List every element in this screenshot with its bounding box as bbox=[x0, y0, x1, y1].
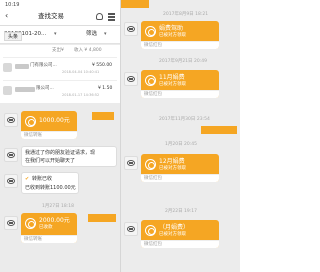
received-bubble: ✔ 转账已收 已收到转账1100.00元 bbox=[21, 172, 79, 194]
merchant-icon bbox=[3, 63, 12, 72]
packet-status: 已被对方领取 bbox=[159, 232, 186, 237]
headset-icon[interactable] bbox=[96, 13, 103, 20]
avatar[interactable] bbox=[124, 22, 138, 36]
transfer-icon bbox=[25, 218, 36, 229]
message-line: 我通过了你的朋友验证请求，现 bbox=[25, 150, 96, 156]
avatar[interactable] bbox=[4, 148, 18, 162]
card-footer: 微信红包 bbox=[144, 241, 162, 247]
filter-icon[interactable]: ▾ bbox=[104, 32, 107, 37]
chat-timestamp: 2月22日 19:17 bbox=[165, 209, 197, 214]
check-icon: ✔ bbox=[25, 176, 30, 182]
more-icon[interactable] bbox=[108, 16, 115, 18]
transfer-card[interactable]: 2000.00元 已收款 微信转账 bbox=[21, 213, 77, 243]
packet-title: 11月娟费 bbox=[159, 74, 185, 81]
avatar[interactable] bbox=[4, 113, 18, 127]
row-name: 门有限公司... bbox=[30, 63, 57, 68]
avatar[interactable] bbox=[124, 72, 138, 86]
packet-status: 已被对方领取 bbox=[159, 82, 186, 87]
red-packet-card[interactable]: 娟费驾助 已被对方领取 微信红包 bbox=[141, 21, 219, 49]
packet-title: （月娟费） bbox=[159, 224, 190, 231]
transaction-panel: 10:19 ‹ 查找交易 20180101-20... ▾ 筛选 ▾ 头条 支出… bbox=[0, 0, 120, 272]
table-row[interactable]: 限公司... ¥ 1.50 2018-01-17 14:36:52 bbox=[0, 82, 120, 102]
card-footer: 微信红包 bbox=[144, 42, 162, 48]
search-chip[interactable]: 头条 bbox=[4, 32, 22, 41]
transaction-list: 支出¥ 收入 ¥ 4,800 门有限公司... ¥ 550.00 2018-04… bbox=[0, 45, 120, 103]
row-amount: ¥ 550.00 bbox=[92, 63, 113, 68]
packet-status: 已被对方领取 bbox=[159, 166, 186, 171]
status-time: 10:19 bbox=[5, 2, 20, 8]
chat-panel: 2017年8月9日 18:21 娟费驾助 已被对方领取 微信红包 2017年9月… bbox=[121, 0, 240, 272]
received-body: 已收到转账1100.00元 bbox=[25, 185, 76, 191]
transfer-status: 已收款 bbox=[39, 225, 53, 230]
avatar bbox=[88, 214, 116, 222]
divider bbox=[3, 80, 117, 81]
red-packet-icon bbox=[145, 75, 156, 86]
transfer-icon bbox=[25, 116, 36, 127]
divider bbox=[3, 57, 117, 58]
top-bar: 10:19 ‹ 查找交易 bbox=[0, 0, 120, 26]
message-line: 在我们可以开始聊天了 bbox=[25, 158, 76, 164]
received-title: 转账已收 bbox=[32, 176, 53, 182]
avatar[interactable] bbox=[124, 156, 138, 170]
row-date: 2018-01-17 14:36:52 bbox=[62, 93, 100, 97]
chat-timestamp: 2017年8月9日 18:21 bbox=[163, 12, 209, 17]
message-bubble: 我通过了你的朋友验证请求，现 在我们可以开始聊天了 bbox=[21, 146, 117, 167]
transfer-amount: 2000.00元 bbox=[39, 217, 70, 224]
red-packet-icon bbox=[145, 225, 156, 236]
summary-in: 收入 ¥ 4,800 bbox=[74, 48, 102, 53]
back-icon[interactable]: ‹ bbox=[5, 12, 8, 20]
packet-title: 娟费驾助 bbox=[159, 25, 184, 32]
row-name: 限公司... bbox=[36, 86, 54, 91]
packet-title: 12月娟费 bbox=[159, 158, 185, 165]
avatar[interactable] bbox=[4, 216, 18, 230]
redacted-name bbox=[15, 87, 35, 92]
card-footer: 微信红包 bbox=[144, 175, 162, 181]
red-packet-card[interactable]: 12月娟费 已被对方领取 微信红包 bbox=[141, 154, 219, 182]
transfer-card[interactable]: 1000.00元 微信转账 bbox=[21, 111, 77, 139]
avatar[interactable] bbox=[124, 222, 138, 236]
avatar bbox=[121, 0, 149, 8]
row-amount: ¥ 1.50 bbox=[98, 86, 113, 91]
chat-timestamp: 1月20日 20:45 bbox=[165, 142, 197, 147]
avatar bbox=[92, 112, 114, 120]
packet-status: 已被对方领取 bbox=[159, 33, 186, 38]
chat-timestamp: 1月27日 18:18 bbox=[42, 204, 74, 209]
summary-out: 支出¥ bbox=[52, 48, 64, 53]
avatar bbox=[201, 126, 237, 134]
red-packet-card[interactable]: 11月娟费 已被对方领取 微信红包 bbox=[141, 70, 219, 98]
merchant-icon bbox=[3, 86, 12, 95]
card-footer: 微信转账 bbox=[24, 236, 42, 242]
avatar[interactable] bbox=[4, 174, 18, 188]
chat-timestamp: 2017年11月30日 23:54 bbox=[159, 117, 210, 122]
filter-button[interactable]: 筛选 bbox=[86, 31, 97, 38]
transfer-amount: 1000.00元 bbox=[39, 117, 70, 124]
row-date: 2018-04-04 10:40:41 bbox=[62, 70, 100, 74]
red-packet-icon bbox=[145, 26, 156, 37]
chevron-down-icon[interactable]: ▾ bbox=[54, 32, 57, 37]
card-footer: 微信转账 bbox=[24, 132, 42, 138]
table-row[interactable]: 门有限公司... ¥ 550.00 2018-04-04 10:40:41 bbox=[0, 59, 120, 79]
red-packet-card[interactable]: （月娟费） 已被对方领取 微信红包 bbox=[141, 220, 219, 248]
card-footer: 微信红包 bbox=[144, 91, 162, 97]
page-title: 查找交易 bbox=[38, 12, 64, 20]
chat-timestamp: 2017年9月21日 20:49 bbox=[159, 59, 207, 64]
red-packet-icon bbox=[145, 159, 156, 170]
redacted-name bbox=[15, 64, 29, 69]
